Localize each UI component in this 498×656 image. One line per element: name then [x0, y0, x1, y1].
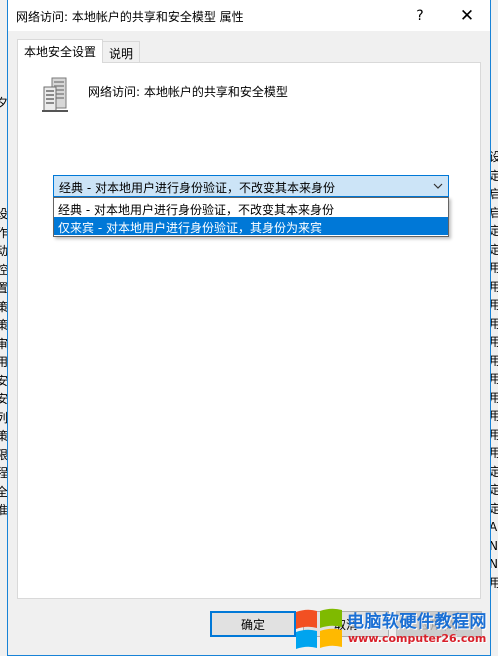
combobox-selected-value: 经典 - 对本地用户进行身份验证，不改变其本来身份 — [59, 181, 335, 195]
watermark-title: 电脑软硬件教程网 — [347, 612, 487, 632]
title-bar[interactable]: 网络访问: 本地帐户的共享和安全模型 属性 ? ✕ — [8, 0, 490, 31]
combobox-dropdown-list: 经典 - 对本地用户进行身份验证，不改变其本来身份 仅来宾 - 对本地用户进行身… — [53, 197, 449, 237]
ok-button[interactable]: 确定 — [210, 611, 296, 637]
tab-local-security-setting[interactable]: 本地安全设置 — [17, 39, 104, 63]
tab-panel: 网络访问: 本地帐户的共享和安全模型 经典 - 对本地用户进行身份验证，不改变其… — [17, 62, 481, 599]
policy-name: 网络访问: 本地帐户的共享和安全模型 — [88, 85, 288, 99]
close-icon: ✕ — [459, 5, 475, 26]
help-icon: ? — [416, 7, 424, 24]
dropdown-option-classic[interactable]: 经典 - 对本地用户进行身份验证，不改变其本来身份 — [54, 199, 448, 217]
server-policy-icon — [42, 77, 68, 112]
close-button[interactable]: ✕ — [444, 0, 490, 31]
windows-logo-icon — [296, 608, 342, 649]
properties-dialog: 网络访问: 本地帐户的共享和安全模型 属性 ? ✕ 本地安全设置 说明 网络访问… — [7, 0, 491, 656]
watermark-url: www.computer26.com — [348, 632, 487, 645]
dropdown-option-guest-only[interactable]: 仅来宾 - 对本地用户进行身份验证，其身份为来宾 — [54, 217, 448, 235]
watermark: 电脑软硬件教程网 www.computer26.com — [294, 604, 498, 656]
security-model-combobox[interactable]: 经典 - 对本地用户进行身份验证，不改变其本来身份 — [53, 175, 449, 197]
window-title: 网络访问: 本地帐户的共享和安全模型 属性 — [16, 10, 244, 24]
help-button[interactable]: ? — [397, 0, 443, 31]
chevron-down-icon[interactable] — [432, 180, 444, 192]
tab-explain[interactable]: 说明 — [102, 41, 141, 62]
